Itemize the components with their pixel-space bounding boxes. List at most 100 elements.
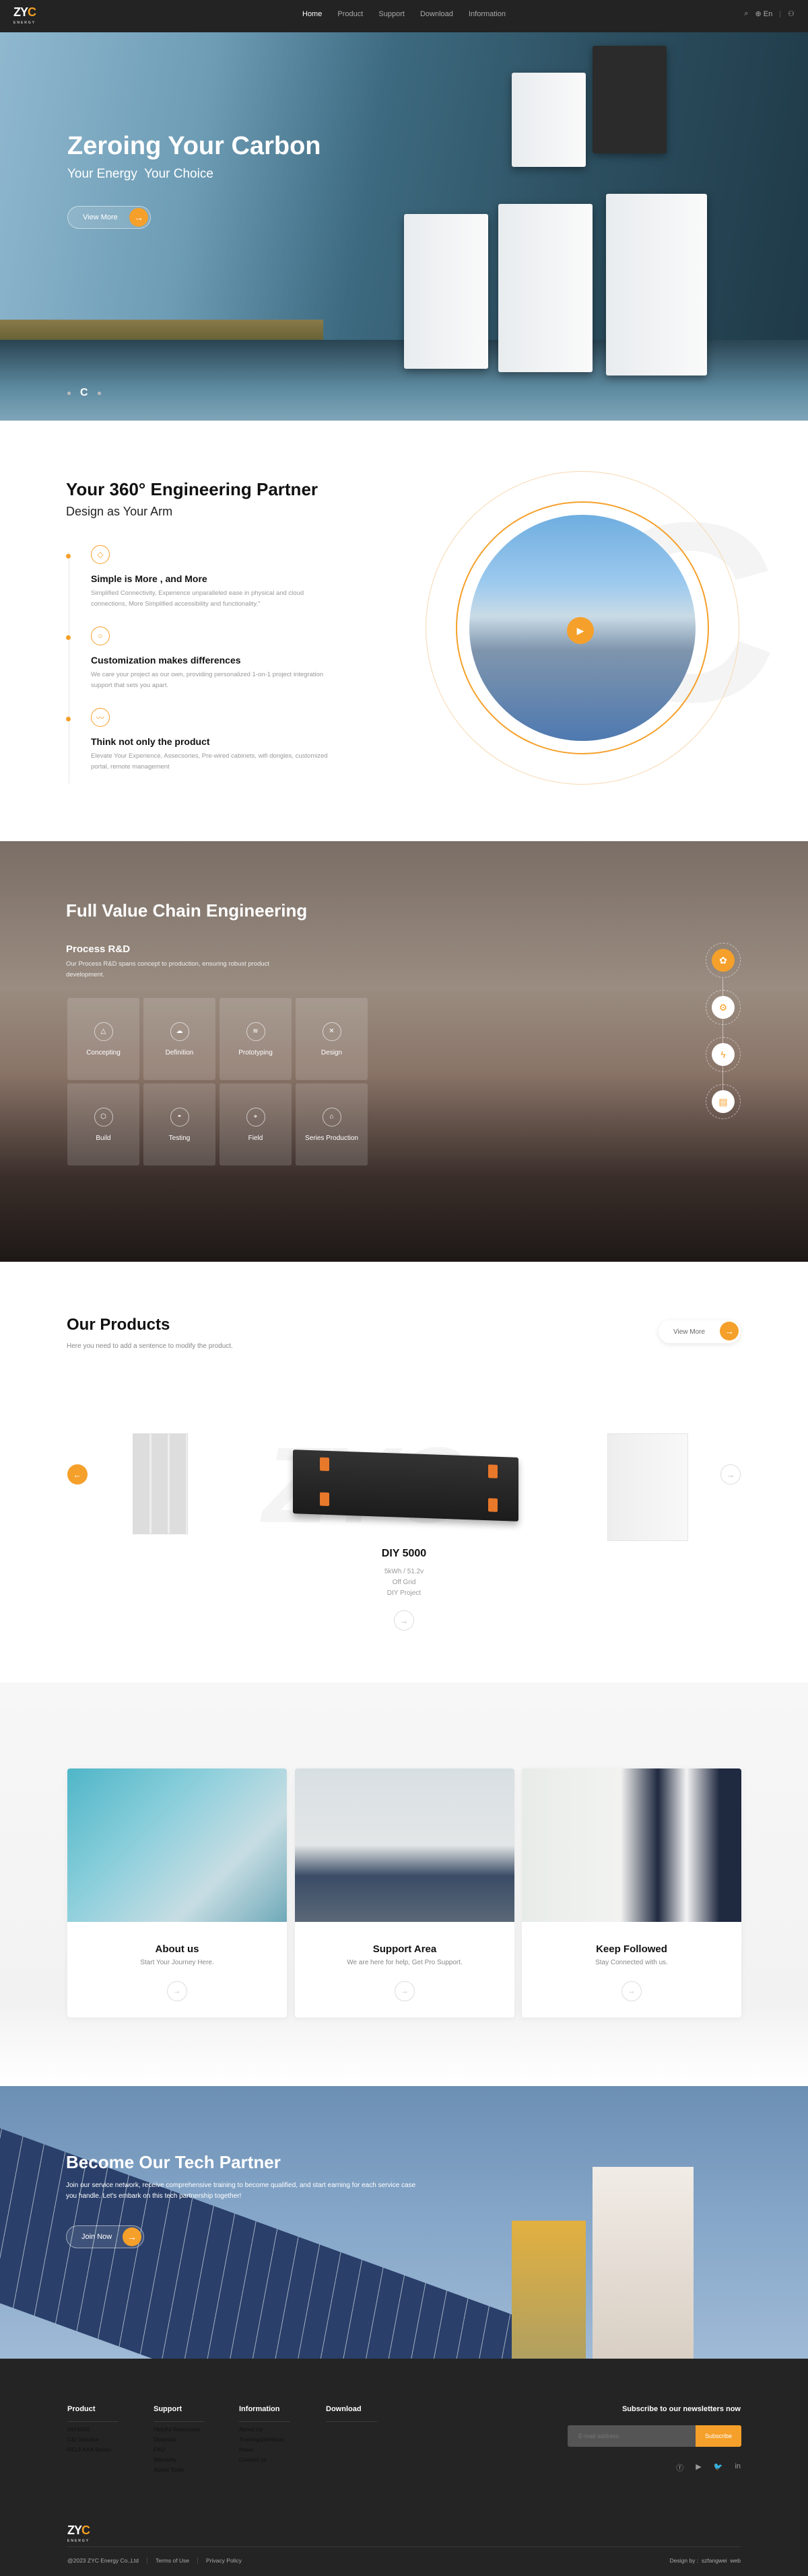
card-image	[522, 1768, 741, 1922]
arrow-right-icon[interactable]: →	[167, 1981, 187, 2001]
location-icon: ⌖	[246, 1107, 265, 1126]
leaf-ring-icon: ○	[91, 627, 110, 645]
step-concepting[interactable]: △ Concepting	[67, 998, 139, 1080]
nav-home[interactable]: Home	[302, 10, 322, 18]
step-label: Series Production	[305, 1134, 358, 1142]
hero-view-more-button[interactable]: View More →	[67, 206, 151, 229]
nav-support[interactable]: Support	[378, 10, 405, 18]
timeline-dot	[66, 717, 71, 721]
footer-link[interactable]: C&I Solution	[67, 2435, 121, 2445]
search-icon[interactable]: ⌕	[744, 9, 748, 18]
card-keep-followed[interactable]: Keep Followed Stay Connected with us. →	[522, 1768, 741, 2017]
engineer-image	[593, 2167, 694, 2359]
footer-link[interactable]: About Us	[239, 2425, 293, 2435]
step-label: Design	[321, 1048, 343, 1057]
process-grid: △ Concepting ☁ Definition ≋ Prototyping ✕ De…	[67, 998, 368, 1166]
step-definition[interactable]: ☁ Definition	[143, 998, 215, 1080]
worker-image	[512, 2221, 586, 2359]
card-title: Keep Followed	[596, 1943, 667, 1955]
step-series-production[interactable]: ⌂ Series Production	[296, 1083, 368, 1166]
arrow-right-icon[interactable]: →	[621, 1981, 642, 2001]
footer-col-title[interactable]: Download	[326, 2405, 377, 2422]
language-label: En	[763, 10, 773, 18]
side-tab-manufacturing[interactable]: ⚙	[706, 990, 741, 1025]
nav-download[interactable]: Download	[420, 10, 453, 18]
tech-title: Become Our Tech Partner	[66, 2152, 281, 2172]
facebook-icon[interactable]: ⓕ	[676, 2462, 683, 2473]
battery-unit	[404, 214, 488, 369]
footer-link[interactable]: Contact us	[239, 2455, 293, 2465]
top-nav: ZYC ENERGY Home Product Support Download …	[0, 0, 808, 32]
side-tab-service[interactable]: ▤	[706, 1084, 741, 1119]
nav-product[interactable]: Product	[337, 10, 363, 18]
footer-link[interactable]: Dowload	[154, 2435, 207, 2445]
step-label: Field	[248, 1134, 263, 1142]
step-design[interactable]: ✕ Design	[296, 998, 368, 1080]
chain-text: Our Process R&D spans concept to product…	[66, 960, 270, 978]
aperture-icon: ✿	[712, 949, 735, 972]
layers-icon: ≋	[246, 1022, 265, 1041]
footer-col-title: Information	[239, 2405, 290, 2422]
play-icon[interactable]: ▶	[567, 617, 594, 644]
footer-link[interactable]: Warranty	[154, 2455, 207, 2465]
slide-dot[interactable]	[67, 391, 71, 395]
slide-dot[interactable]	[97, 391, 101, 395]
feature-text: We care your project as our own, providi…	[91, 671, 324, 689]
tech-text: Join our service network, receive compre…	[66, 2182, 416, 2200]
step-testing[interactable]: ◓ Testing	[143, 1083, 215, 1166]
wave-icon: 〰	[91, 708, 110, 727]
cloud-upload-icon: ☁	[170, 1022, 189, 1041]
partner-subtitle: Design as Your Arm	[66, 505, 173, 518]
footer-link[interactable]: Helpful Resources	[154, 2425, 207, 2435]
card-support-area[interactable]: Support Area We are here for help, Get P…	[295, 1768, 514, 2017]
step-label: Prototyping	[238, 1048, 273, 1057]
carousel-prev-button[interactable]: ←	[67, 1464, 88, 1484]
email-input[interactable]	[568, 2425, 696, 2447]
products-subtitle: Here you need to add a sentence to modif…	[67, 1343, 233, 1350]
footer-col-download: Download	[326, 2405, 380, 2422]
footer-col-title: Product	[67, 2405, 119, 2422]
feature-title: Think not only the product	[91, 736, 210, 747]
linkedin-icon[interactable]: in	[735, 2462, 741, 2473]
nav-information[interactable]: Information	[469, 10, 506, 18]
privacy-link[interactable]: Privacy Policy	[197, 2557, 242, 2564]
product-image-diy5000[interactable]	[293, 1450, 518, 1522]
carousel-next-button[interactable]: →	[720, 1464, 741, 1484]
subscribe-button[interactable]: Subscribe	[696, 2425, 741, 2447]
footer-link[interactable]: Training&Webinar	[239, 2435, 293, 2445]
product-image-rack[interactable]	[133, 1433, 188, 1534]
step-field[interactable]: ⌖ Field	[220, 1083, 292, 1166]
youtube-icon[interactable]: ▶	[696, 2462, 701, 2473]
terms-link[interactable]: Terms of Use	[146, 2557, 189, 2564]
step-label: Build	[96, 1134, 111, 1142]
user-icon[interactable]: ⚇	[788, 9, 795, 18]
inverter-unit	[593, 46, 667, 153]
slide-dot-active[interactable]: C	[80, 387, 88, 399]
product-image-cabinet[interactable]	[607, 1433, 688, 1541]
footer-logo[interactable]: ZYC ENERGY	[67, 2524, 90, 2546]
product-specs: 5kWh / 51.2v Off Grid DIY Project	[0, 1567, 808, 1599]
step-build[interactable]: ⬡ Build	[67, 1083, 139, 1166]
footer-link[interactable]: Assist Tools	[154, 2465, 207, 2475]
product-detail-button[interactable]: →	[394, 1610, 414, 1631]
feature-text: Simplified Connectivity, Experience unpa…	[91, 589, 304, 608]
footer-link[interactable]: FAQ	[154, 2445, 207, 2455]
footer-legal: @2023 ZYC Energy Co.,Ltd Terms of Use Pr…	[67, 2557, 242, 2564]
card-about-us[interactable]: About us Start Your Journey Here. →	[67, 1768, 287, 2017]
footer-col-title: Support	[154, 2405, 205, 2422]
side-tab-energy[interactable]: ϟ	[706, 1037, 741, 1072]
twitter-icon[interactable]: 🐦	[714, 2462, 723, 2473]
footer-col-product: Product DIY5000 C&I Solution RELEAXA Series	[67, 2405, 121, 2455]
side-tab-rd[interactable]: ✿	[706, 943, 741, 978]
button-label: Join Now	[81, 2233, 112, 2241]
slider-dots: C	[67, 387, 101, 399]
products-view-more-button[interactable]: View More →	[659, 1320, 741, 1343]
nav-tools: ⌕ ⊕ En | ⚇	[744, 9, 795, 18]
join-now-button[interactable]: Join Now →	[66, 2225, 144, 2248]
footer-link[interactable]: News	[239, 2445, 293, 2455]
footer-link[interactable]: RELEAXA Series	[67, 2445, 121, 2455]
footer-link[interactable]: DIY5000	[67, 2425, 121, 2435]
language-switch[interactable]: ⊕ En	[755, 9, 773, 18]
step-prototyping[interactable]: ≋ Prototyping	[220, 998, 292, 1080]
arrow-right-icon[interactable]: →	[395, 1981, 415, 2001]
